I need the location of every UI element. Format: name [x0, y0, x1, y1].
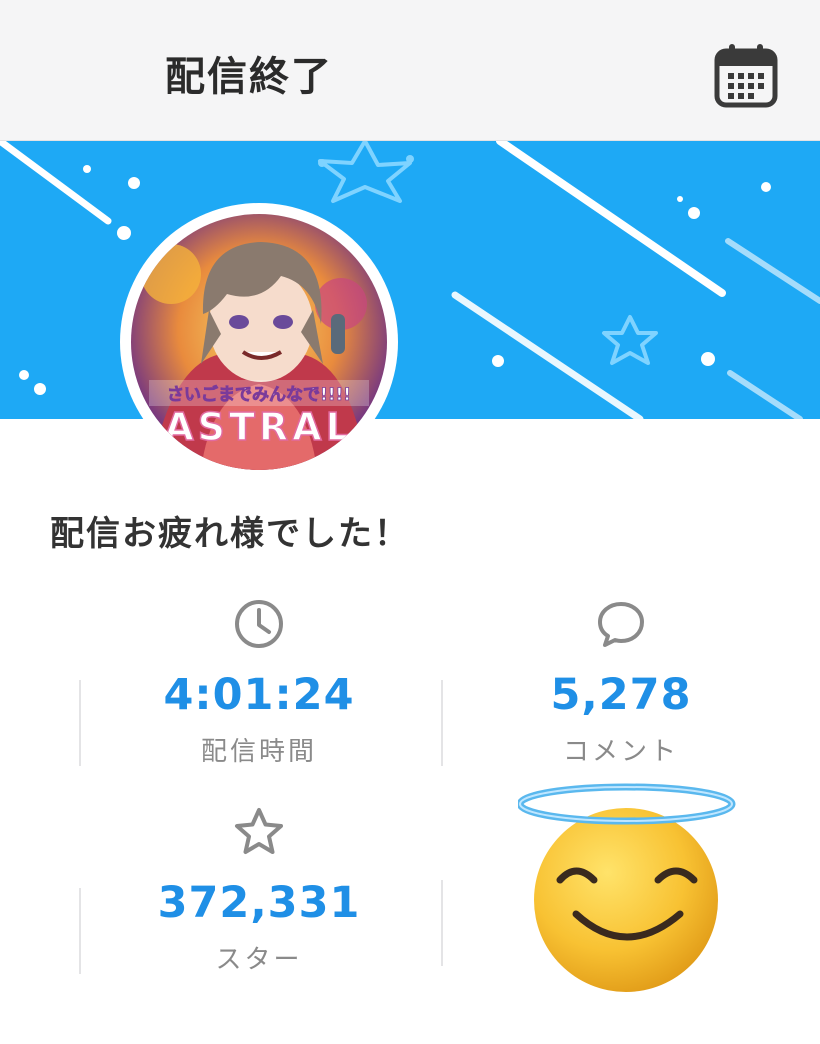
comment-icon — [598, 602, 644, 647]
calendar-icon — [714, 44, 778, 108]
stat-label: コメント — [562, 737, 679, 767]
stat-comments: 5,278 コメント — [441, 598, 801, 788]
banner-decoration — [0, 141, 820, 419]
stat-stars: 372,331 スター — [79, 806, 439, 996]
stat-label: 配信時間 — [200, 737, 317, 767]
avatar-caption-line2: ASTRAL — [164, 405, 354, 449]
calendar-button[interactable] — [714, 42, 778, 108]
completion-message: 配信お疲れ様でした！ — [50, 514, 410, 554]
star-icon — [235, 808, 283, 854]
avatar[interactable]: さいごまでみんなで!!!! ASTRAL — [131, 214, 387, 470]
page-title: 配信終了 — [165, 54, 333, 100]
smiling-face-with-halo-emoji — [518, 783, 736, 992]
stat-value: 4:01:24 — [163, 670, 355, 720]
profile-banner — [0, 141, 820, 419]
stat-divider — [441, 880, 443, 966]
stat-stream-time: 4:01:24 配信時間 — [79, 598, 439, 788]
clock-icon — [235, 600, 283, 648]
top-bar: 配信終了 — [0, 0, 820, 141]
avatar-frame[interactable]: さいごまでみんなで!!!! ASTRAL — [120, 203, 398, 481]
stat-label: スター — [215, 945, 303, 975]
avatar-caption-line1: さいごまでみんなで!!!! — [167, 384, 351, 405]
stat-value: 372,331 — [157, 878, 361, 928]
stat-value: 5,278 — [550, 670, 692, 720]
avatar-illustration: さいごまでみんなで!!!! ASTRAL — [131, 214, 387, 470]
